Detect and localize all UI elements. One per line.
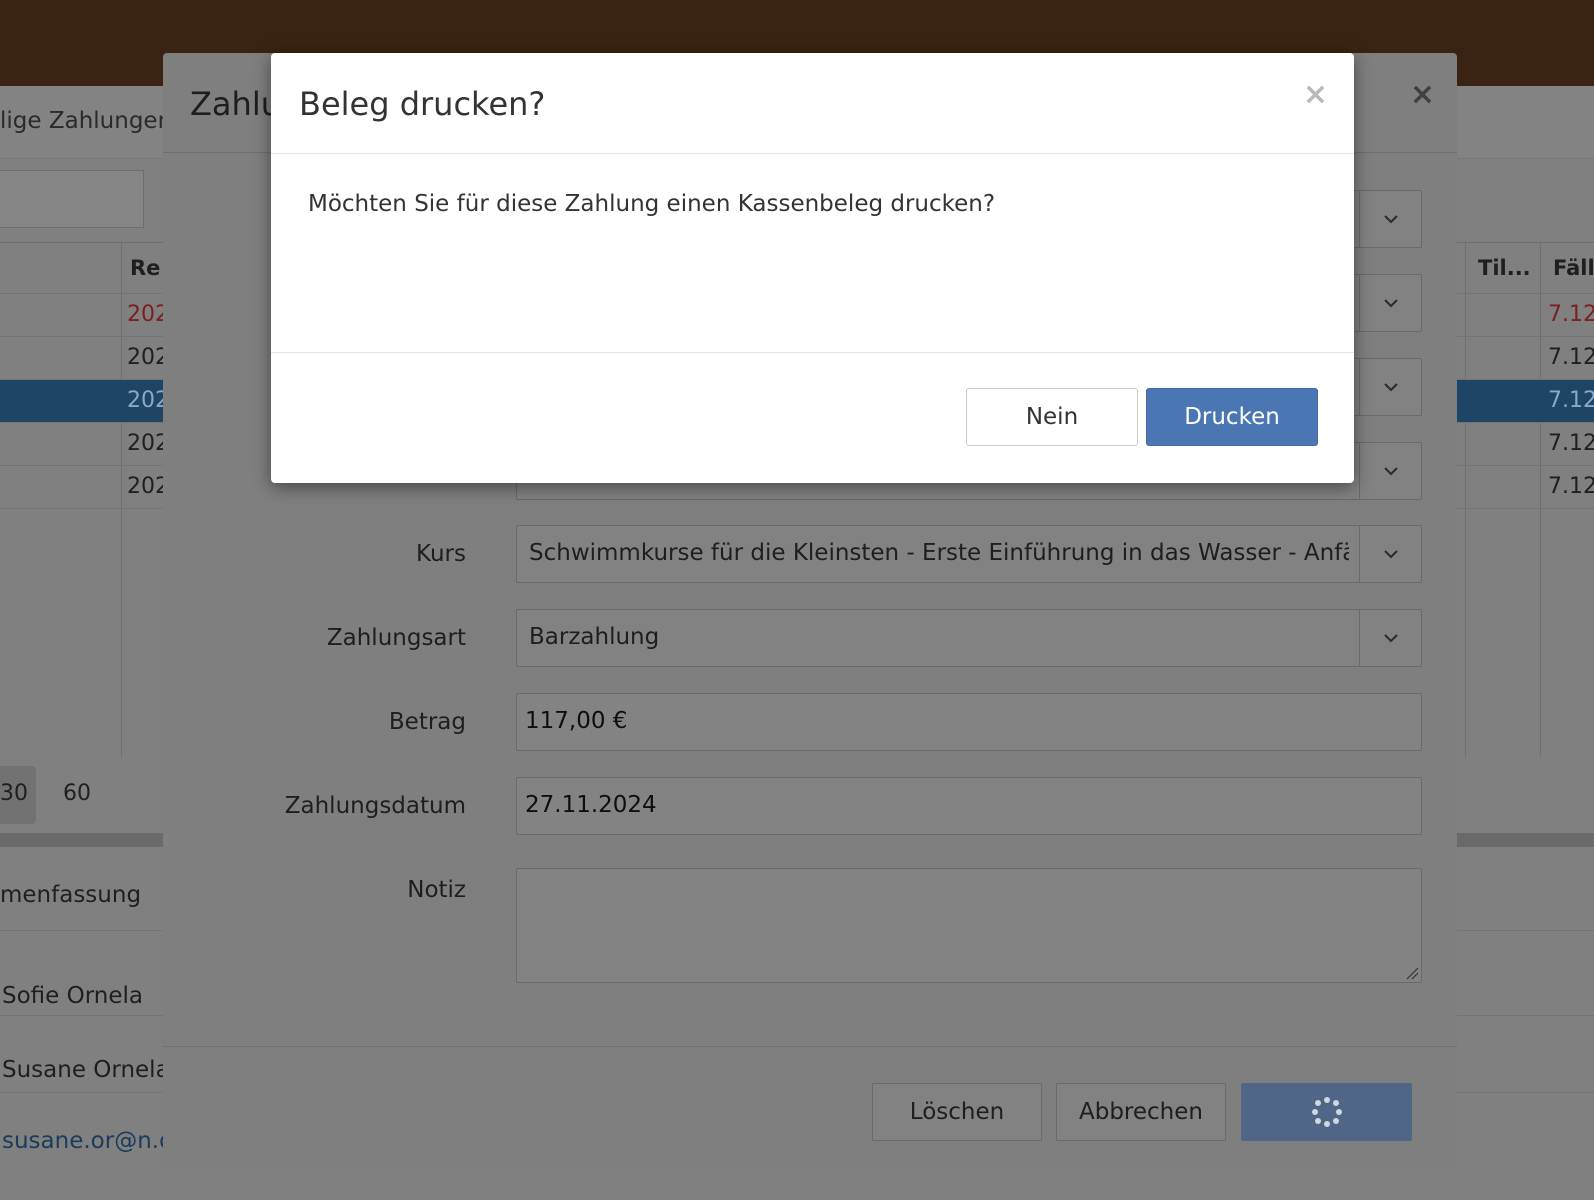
betrag-input[interactable]: 117,00 € (516, 693, 1422, 751)
save-button-loading[interactable] (1241, 1083, 1412, 1141)
chevron-down-icon (1359, 191, 1421, 247)
dialog-title: Beleg drucken? (299, 85, 546, 123)
table-cell: 7.12 (1548, 431, 1594, 456)
summary-heading: menfassung (0, 882, 142, 908)
cancel-button[interactable]: Abbrechen (1056, 1083, 1226, 1141)
dialog-message: Möchten Sie für diese Zahlung einen Kass… (308, 191, 996, 217)
chevron-down-icon (1359, 526, 1421, 582)
chevron-down-icon (1359, 275, 1421, 331)
print-button[interactable]: Drucken (1146, 388, 1318, 446)
betrag-label: Betrag (388, 709, 466, 735)
page-size-30[interactable]: 30 (0, 781, 28, 806)
zahlungsart-select[interactable]: Barzahlung (516, 609, 1422, 667)
betrag-input-value: 117,00 € (525, 708, 628, 734)
table-cell: 7.12 (1548, 345, 1594, 370)
dialog-header-divider (271, 153, 1354, 154)
notiz-textarea[interactable] (516, 868, 1422, 983)
zahlungsart-label: Zahlungsart (326, 625, 466, 651)
chevron-down-icon (1359, 610, 1421, 666)
column-header-til[interactable]: Til... (1478, 256, 1531, 280)
page-size-60[interactable]: 60 (63, 781, 91, 806)
no-button[interactable]: Nein (966, 388, 1138, 446)
column-header-re[interactable]: Re (130, 256, 160, 280)
column-header-faellig[interactable]: Fäll (1553, 256, 1594, 280)
background-search-input[interactable] (0, 170, 144, 228)
email-link[interactable]: susane.or@n.d (2, 1128, 174, 1154)
resize-grip-icon[interactable] (1405, 966, 1419, 980)
person-name: Sofie Ornela (2, 983, 143, 1009)
payment-modal-title: Zahlu (190, 85, 281, 123)
close-icon[interactable]: × (1410, 77, 1435, 112)
notiz-label: Notiz (407, 877, 466, 903)
print-receipt-dialog: Beleg drucken? × Möchten Sie für diese Z… (271, 53, 1354, 483)
modal-footer-divider (163, 1046, 1457, 1047)
close-icon[interactable]: × (1303, 77, 1328, 112)
table-cell: 7.12 (1548, 388, 1594, 413)
dialog-footer-divider (271, 352, 1354, 353)
kurs-select[interactable]: Schwimmkurse für die Kleinsten - Erste E… (516, 525, 1422, 583)
table-cell: 7.12 (1548, 302, 1594, 327)
tab-open-payments[interactable]: lige Zahlungen (0, 108, 172, 134)
delete-button[interactable]: Löschen (872, 1083, 1042, 1141)
kurs-label: Kurs (416, 541, 466, 567)
chevron-down-icon (1359, 359, 1421, 415)
person-name: Susane Ornela (2, 1057, 170, 1083)
zahlungsart-select-value: Barzahlung (529, 624, 660, 650)
zahlungsdatum-input[interactable]: 27.11.2024 (516, 777, 1422, 835)
zahlungsdatum-label: Zahlungsdatum (284, 793, 466, 819)
table-cell: 7.12 (1548, 474, 1594, 499)
spinner-icon (1311, 1097, 1342, 1127)
kurs-select-value: Schwimmkurse für die Kleinsten - Erste E… (529, 540, 1349, 566)
chevron-down-icon (1359, 443, 1421, 499)
zahlungsdatum-input-value: 27.11.2024 (525, 792, 657, 818)
